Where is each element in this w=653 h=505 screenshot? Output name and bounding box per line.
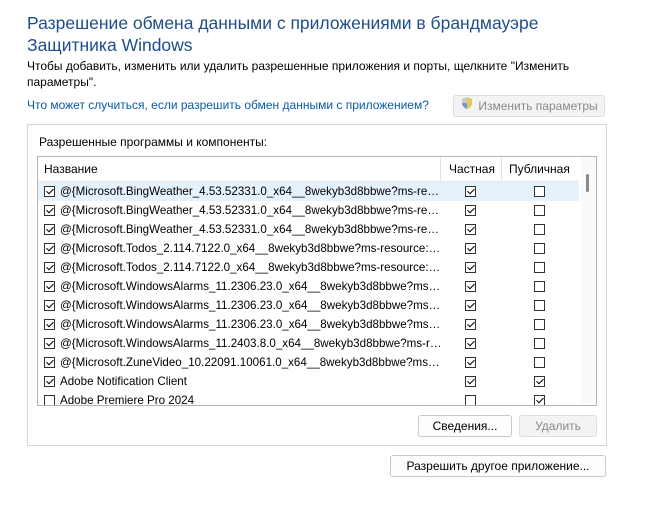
- app-name: @{Microsoft.BingWeather_4.53.52331.0_x64…: [60, 204, 442, 217]
- private-checkbox[interactable]: [465, 281, 476, 292]
- table-row[interactable]: @{Microsoft.WindowsAlarms_11.2403.8.0_x6…: [38, 334, 579, 353]
- enabled-checkbox[interactable]: [44, 357, 55, 368]
- public-checkbox[interactable]: [534, 376, 545, 387]
- details-button[interactable]: Сведения...: [418, 415, 512, 437]
- public-checkbox[interactable]: [534, 243, 545, 254]
- private-checkbox[interactable]: [465, 205, 476, 216]
- app-name: Adobe Premiere Pro 2024: [60, 394, 195, 406]
- public-checkbox[interactable]: [534, 224, 545, 235]
- enabled-checkbox[interactable]: [44, 186, 55, 197]
- private-checkbox[interactable]: [465, 376, 476, 387]
- allow-another-app-button[interactable]: Разрешить другое приложение...: [390, 455, 606, 477]
- enabled-checkbox[interactable]: [44, 281, 55, 292]
- column-header-public[interactable]: Публичная: [509, 157, 570, 181]
- public-checkbox[interactable]: [534, 262, 545, 273]
- table-row[interactable]: @{Microsoft.Todos_2.114.7122.0_x64__8wek…: [38, 258, 579, 277]
- enabled-checkbox[interactable]: [44, 262, 55, 273]
- private-checkbox[interactable]: [465, 186, 476, 197]
- app-name: @{Microsoft.BingWeather_4.53.52331.0_x64…: [60, 223, 442, 236]
- app-name-cell: @{Microsoft.Todos_2.114.7122.0_x64__8wek…: [44, 239, 444, 258]
- page-title: Разрешение обмена данными с приложениями…: [27, 13, 539, 55]
- column-divider[interactable]: [501, 157, 502, 181]
- private-checkbox[interactable]: [465, 300, 476, 311]
- app-name-cell: Adobe Notification Client: [44, 372, 444, 391]
- table-row[interactable]: Adobe Premiere Pro 2024: [38, 391, 579, 406]
- list-header: Название Частная Публичная: [38, 157, 579, 182]
- column-divider[interactable]: [440, 157, 441, 181]
- enabled-checkbox[interactable]: [44, 300, 55, 311]
- allowed-apps-label: Разрешенные программы и компоненты:: [39, 135, 268, 149]
- table-row[interactable]: @{Microsoft.WindowsAlarms_11.2306.23.0_x…: [38, 277, 579, 296]
- public-checkbox[interactable]: [534, 281, 545, 292]
- app-name-cell: @{Microsoft.Todos_2.114.7122.0_x64__8wek…: [44, 258, 444, 277]
- app-name-cell: Adobe Premiere Pro 2024: [44, 391, 444, 406]
- vertical-scrollbar[interactable]: [581, 157, 596, 405]
- app-name: @{Microsoft.WindowsAlarms_11.2306.23.0_x…: [60, 299, 442, 312]
- app-name: @{Microsoft.ZuneVideo_10.22091.10061.0_x…: [60, 356, 442, 369]
- risk-help-link[interactable]: Что может случиться, если разрешить обме…: [27, 98, 429, 112]
- table-row[interactable]: @{Microsoft.ZuneVideo_10.22091.10061.0_x…: [38, 353, 579, 372]
- app-name: @{Microsoft.Todos_2.114.7122.0_x64__8wek…: [60, 242, 442, 255]
- change-settings-label: Изменить параметры: [478, 99, 598, 113]
- private-checkbox[interactable]: [465, 357, 476, 368]
- app-name-cell: @{Microsoft.WindowsAlarms_11.2306.23.0_x…: [44, 315, 444, 334]
- app-name-cell: @{Microsoft.WindowsAlarms_11.2403.8.0_x6…: [44, 334, 444, 353]
- private-checkbox[interactable]: [465, 224, 476, 235]
- app-name: Adobe Notification Client: [60, 375, 187, 388]
- enabled-checkbox[interactable]: [44, 224, 55, 235]
- app-name: @{Microsoft.WindowsAlarms_11.2306.23.0_x…: [60, 280, 442, 293]
- app-name: @{Microsoft.Todos_2.114.7122.0_x64__8wek…: [60, 261, 442, 274]
- table-row[interactable]: @{Microsoft.Todos_2.114.7122.0_x64__8wek…: [38, 239, 579, 258]
- app-name-cell: @{Microsoft.ZuneVideo_10.22091.10061.0_x…: [44, 353, 444, 372]
- app-name: @{Microsoft.WindowsAlarms_11.2306.23.0_x…: [60, 318, 442, 331]
- uac-shield-icon: [460, 96, 474, 116]
- table-row[interactable]: @{Microsoft.BingWeather_4.53.52331.0_x64…: [38, 182, 579, 201]
- app-name-cell: @{Microsoft.BingWeather_4.53.52331.0_x64…: [44, 220, 444, 239]
- enabled-checkbox[interactable]: [44, 376, 55, 387]
- column-header-name[interactable]: Название: [44, 157, 98, 181]
- allowed-apps-group: Разрешенные программы и компоненты: Назв…: [27, 124, 607, 446]
- app-name: @{Microsoft.WindowsAlarms_11.2403.8.0_x6…: [60, 337, 442, 350]
- table-row[interactable]: @{Microsoft.BingWeather_4.53.52331.0_x64…: [38, 201, 579, 220]
- app-name-cell: @{Microsoft.BingWeather_4.53.52331.0_x64…: [44, 182, 444, 201]
- enabled-checkbox[interactable]: [44, 338, 55, 349]
- column-header-private[interactable]: Частная: [449, 157, 495, 181]
- table-row[interactable]: Adobe Notification Client: [38, 372, 579, 391]
- enabled-checkbox[interactable]: [44, 319, 55, 330]
- private-checkbox[interactable]: [465, 319, 476, 330]
- private-checkbox[interactable]: [465, 395, 476, 405]
- table-row[interactable]: @{Microsoft.WindowsAlarms_11.2306.23.0_x…: [38, 296, 579, 315]
- enabled-checkbox[interactable]: [44, 243, 55, 254]
- private-checkbox[interactable]: [465, 243, 476, 254]
- app-name-cell: @{Microsoft.BingWeather_4.53.52331.0_x64…: [44, 201, 444, 220]
- change-settings-button[interactable]: Изменить параметры: [453, 95, 605, 117]
- public-checkbox[interactable]: [534, 300, 545, 311]
- table-row[interactable]: @{Microsoft.BingWeather_4.53.52331.0_x64…: [38, 220, 579, 239]
- allowed-apps-list[interactable]: Название Частная Публичная @{Microsoft.B…: [37, 156, 597, 406]
- public-checkbox[interactable]: [534, 186, 545, 197]
- private-checkbox[interactable]: [465, 338, 476, 349]
- public-checkbox[interactable]: [534, 395, 545, 405]
- scrollbar-thumb[interactable]: [586, 174, 589, 192]
- app-name: @{Microsoft.BingWeather_4.53.52331.0_x64…: [60, 185, 442, 198]
- table-row[interactable]: @{Microsoft.WindowsAlarms_11.2306.23.0_x…: [38, 315, 579, 334]
- page-description: Чтобы добавить, изменить или удалить раз…: [27, 59, 570, 89]
- remove-button[interactable]: Удалить: [519, 415, 597, 437]
- public-checkbox[interactable]: [534, 319, 545, 330]
- app-name-cell: @{Microsoft.WindowsAlarms_11.2306.23.0_x…: [44, 296, 444, 315]
- public-checkbox[interactable]: [534, 357, 545, 368]
- public-checkbox[interactable]: [534, 338, 545, 349]
- enabled-checkbox[interactable]: [44, 205, 55, 216]
- enabled-checkbox[interactable]: [44, 395, 55, 405]
- app-name-cell: @{Microsoft.WindowsAlarms_11.2306.23.0_x…: [44, 277, 444, 296]
- public-checkbox[interactable]: [534, 205, 545, 216]
- private-checkbox[interactable]: [465, 262, 476, 273]
